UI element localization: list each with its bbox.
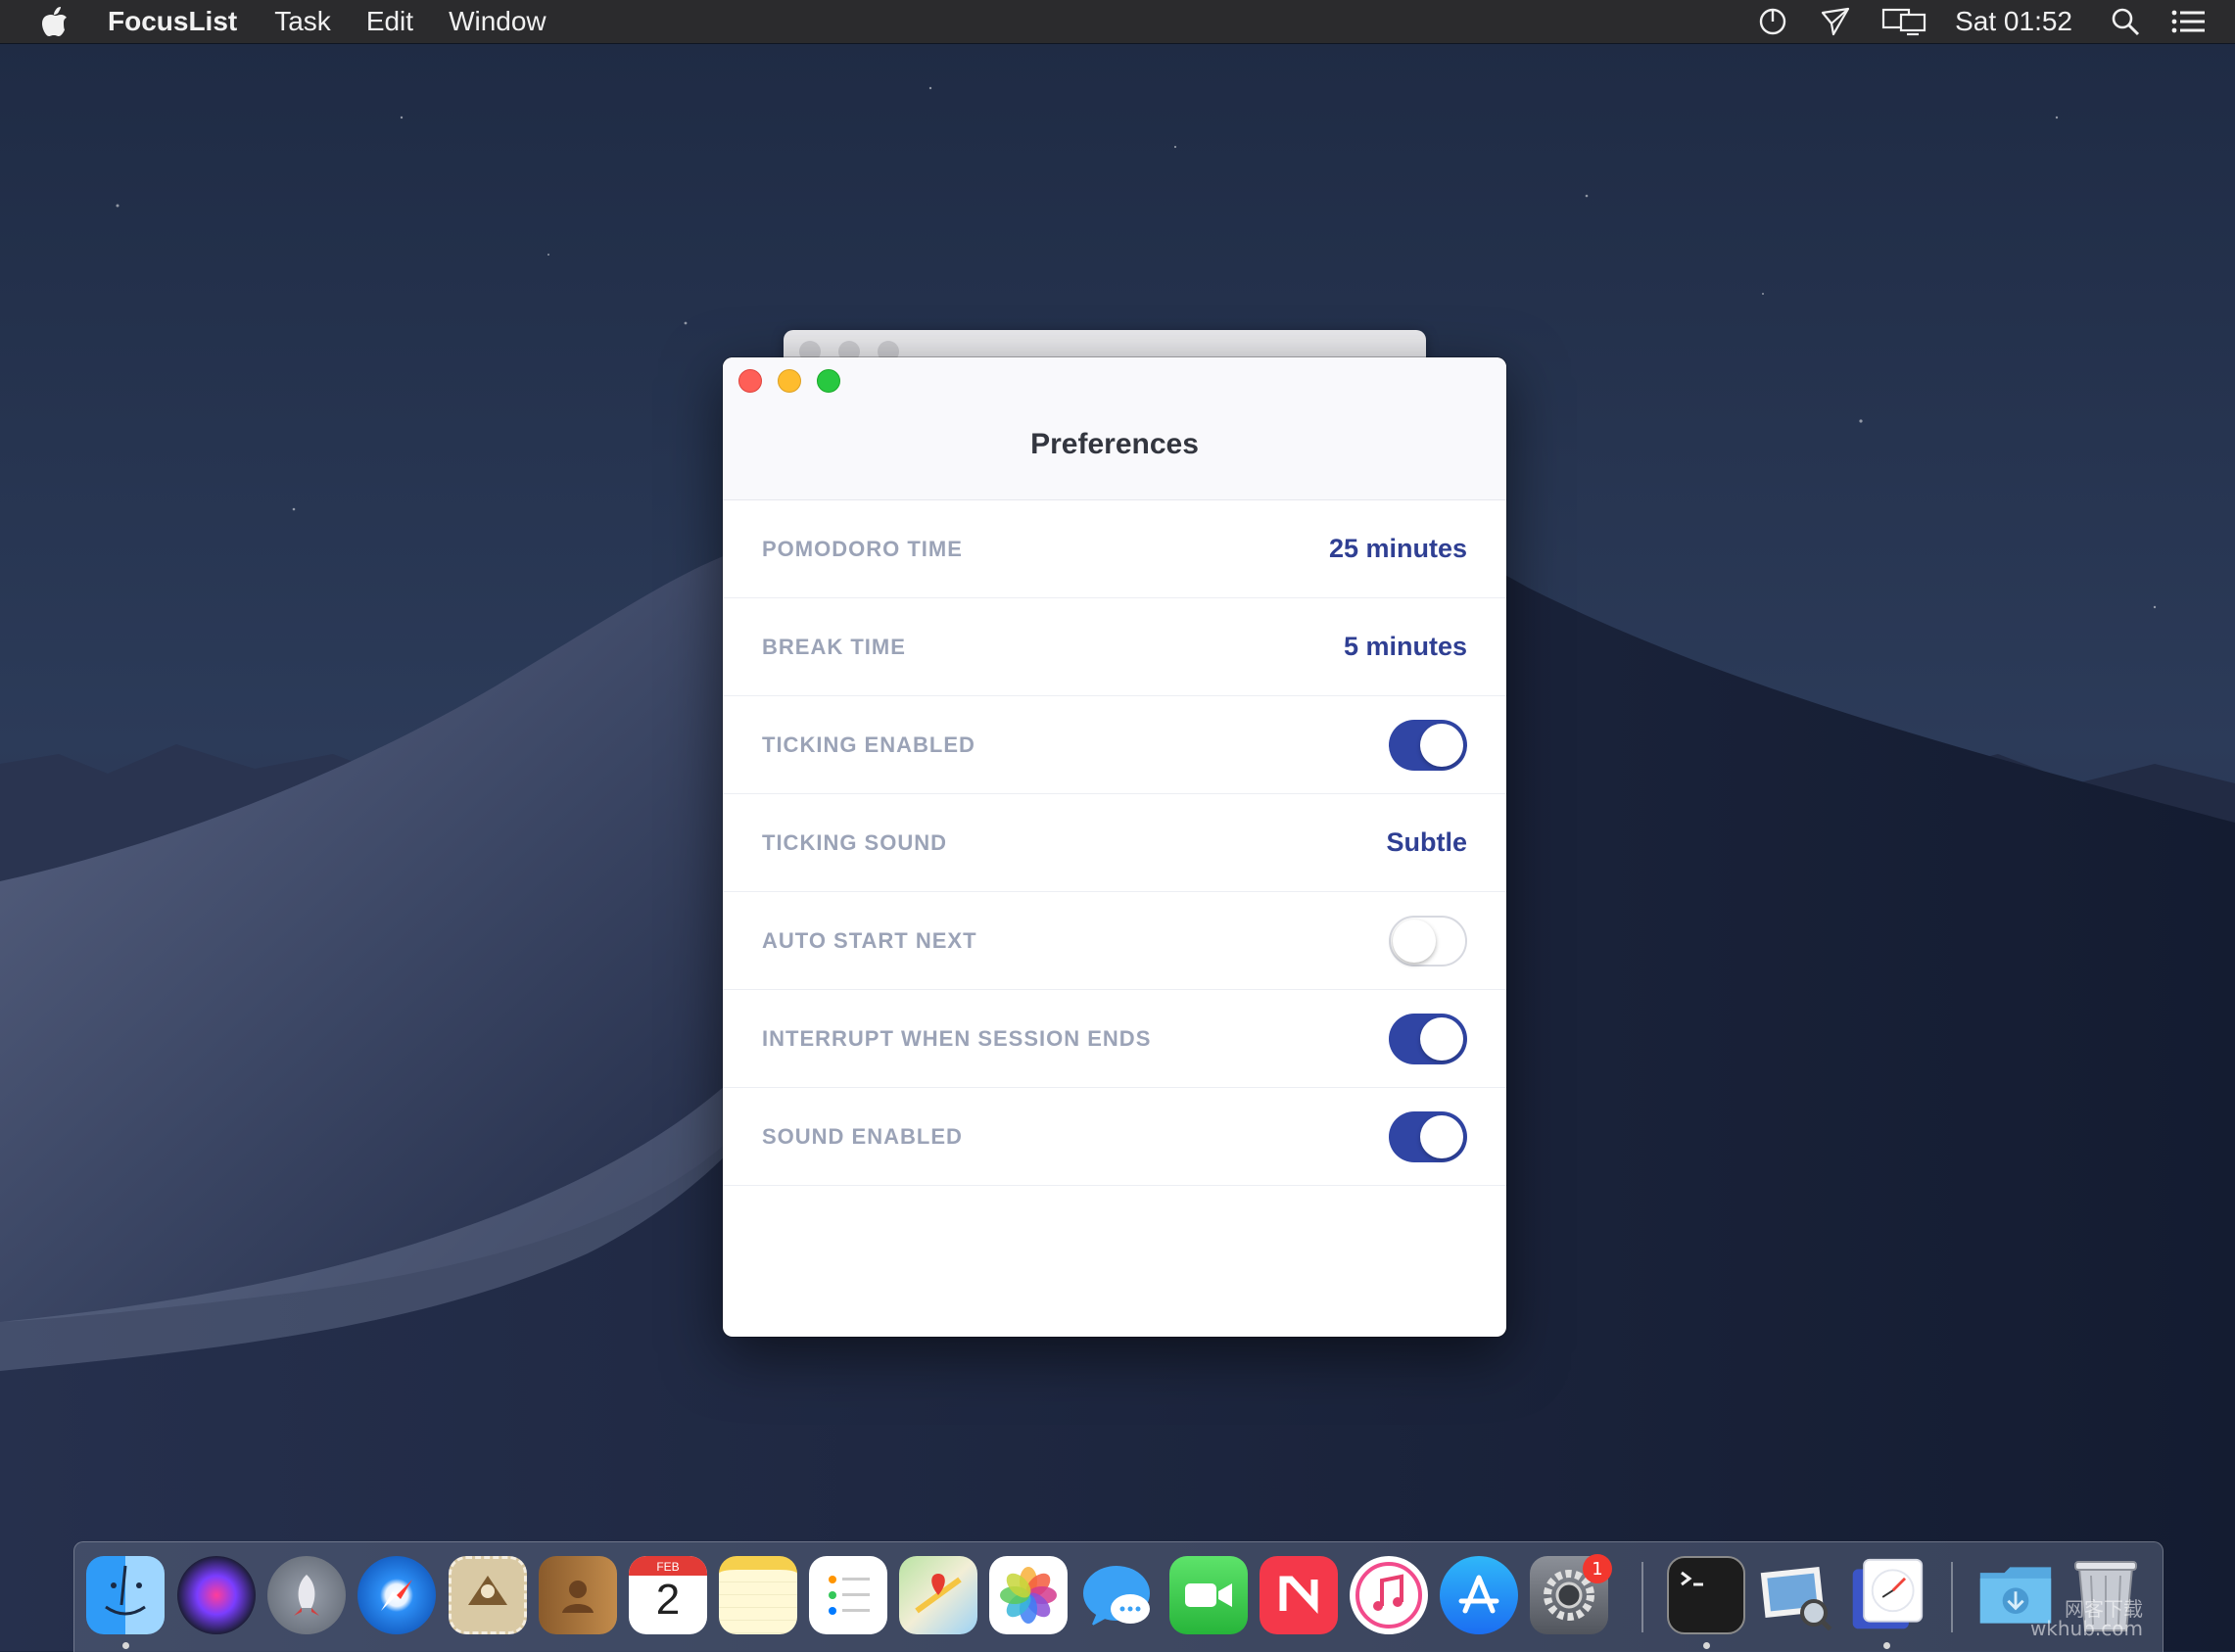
break-time-value[interactable]: 5 minutes: [1344, 632, 1467, 662]
minimize-window-button[interactable]: [778, 369, 801, 393]
dock-facetime-icon[interactable]: [1169, 1556, 1248, 1634]
preferences-titlebar: Preferences: [723, 357, 1506, 500]
dock-system-preferences-icon[interactable]: 1: [1530, 1554, 1612, 1634]
close-window-button[interactable]: [738, 369, 762, 393]
ticking-enabled-row: TICKING ENABLED: [723, 696, 1506, 794]
dock-notes-icon[interactable]: [719, 1556, 797, 1634]
ticking-sound-value[interactable]: Subtle: [1386, 827, 1467, 858]
pomodoro-time-label: POMODORO TIME: [762, 536, 963, 561]
interrupt-when-session-ends-toggle[interactable]: [1389, 1013, 1467, 1064]
dock-app-store-icon[interactable]: [1440, 1556, 1518, 1634]
dock-launchpad-icon[interactable]: [267, 1556, 346, 1634]
toggle-knob: [1393, 919, 1436, 963]
auto-start-next-label: AUTO START NEXT: [762, 927, 977, 953]
break-time-label: BREAK TIME: [762, 634, 906, 659]
ticking-sound-row[interactable]: TICKING SOUND Subtle: [723, 794, 1506, 892]
toggle-knob: [1420, 1114, 1463, 1158]
menu-edit[interactable]: Edit: [366, 6, 413, 37]
calendar-day: 2: [655, 1576, 681, 1624]
dock-preview-icon[interactable]: [1757, 1556, 1835, 1634]
dock-news-icon[interactable]: [1260, 1556, 1338, 1634]
airdrop-icon[interactable]: [1818, 4, 1853, 39]
dock-safari-icon[interactable]: [357, 1556, 436, 1634]
dock-calendar-icon[interactable]: FEB 2: [629, 1556, 707, 1634]
ticking-sound-label: TICKING SOUND: [762, 829, 947, 855]
spotlight-search-icon[interactable]: [2108, 4, 2143, 39]
zoom-window-button[interactable]: [817, 369, 840, 393]
dock-finder-icon[interactable]: [86, 1556, 165, 1634]
watermark-line-2: wkhub.com: [2029, 1617, 2143, 1640]
running-indicator: [1883, 1642, 1890, 1649]
preferences-list: POMODORO TIME 25 minutes BREAK TIME 5 mi…: [723, 500, 1506, 1186]
dock-mail-icon[interactable]: [449, 1556, 527, 1634]
page-title: Preferences: [1030, 428, 1199, 460]
toggle-knob: [1420, 1016, 1463, 1061]
interrupt-when-session-ends-label: INTERRUPT WHEN SESSION ENDS: [762, 1025, 1152, 1051]
sound-enabled-row: SOUND ENABLED: [723, 1088, 1506, 1186]
toggle-knob: [1420, 723, 1463, 767]
pomodoro-time-row[interactable]: POMODORO TIME 25 minutes: [723, 500, 1506, 598]
running-indicator: [122, 1642, 129, 1649]
preferences-window: Preferences POMODORO TIME 25 minutes BRE…: [723, 357, 1506, 1337]
notification-center-icon[interactable]: [2170, 4, 2206, 39]
airplay-display-icon[interactable]: [1880, 4, 1927, 39]
pomodoro-time-value[interactable]: 25 minutes: [1329, 534, 1467, 564]
auto-start-next-toggle[interactable]: [1389, 915, 1467, 967]
dock-photos-icon[interactable]: [989, 1556, 1068, 1634]
sound-enabled-toggle[interactable]: [1389, 1110, 1467, 1162]
calendar-month: FEB: [656, 1560, 680, 1574]
sound-enabled-label: SOUND ENABLED: [762, 1123, 963, 1149]
interrupt-when-session-ends-row: INTERRUPT WHEN SESSION ENDS: [723, 990, 1506, 1088]
app-menu-focuslist[interactable]: FocusList: [108, 6, 237, 37]
watermark-line-1: 网客下载: [2065, 1597, 2143, 1621]
dock: FEB 2 1 网客下载 wkhub.com: [73, 1541, 2164, 1652]
timer-icon[interactable]: [1755, 4, 1790, 39]
auto-start-next-row: AUTO START NEXT: [723, 892, 1506, 990]
dock-separator: [1951, 1562, 1953, 1632]
menu-bar: FocusList Task Edit Window Sat 01:52: [0, 0, 2235, 43]
notification-badge: 1: [1583, 1554, 1612, 1583]
apple-menu-icon[interactable]: [37, 4, 72, 39]
ticking-enabled-label: TICKING ENABLED: [762, 732, 975, 757]
ticking-enabled-toggle[interactable]: [1389, 719, 1467, 771]
dock-terminal-icon[interactable]: [1667, 1556, 1745, 1634]
dock-focuslist-icon[interactable]: [1847, 1556, 1926, 1634]
dock-siri-icon[interactable]: [177, 1556, 256, 1634]
dock-itunes-icon[interactable]: [1350, 1556, 1428, 1634]
dock-messages-icon[interactable]: [1079, 1556, 1158, 1634]
dock-separator: [1641, 1562, 1643, 1632]
dock-contacts-icon[interactable]: [539, 1556, 617, 1634]
break-time-row[interactable]: BREAK TIME 5 minutes: [723, 598, 1506, 696]
running-indicator: [1703, 1642, 1710, 1649]
dock-reminders-icon[interactable]: [809, 1556, 887, 1634]
menu-window[interactable]: Window: [449, 6, 547, 37]
watermark: 网客下载 wkhub.com: [2030, 1599, 2143, 1638]
menu-bar-clock[interactable]: Sat 01:52: [1955, 6, 2072, 37]
dock-maps-icon[interactable]: [899, 1556, 977, 1634]
menu-task[interactable]: Task: [274, 6, 331, 37]
